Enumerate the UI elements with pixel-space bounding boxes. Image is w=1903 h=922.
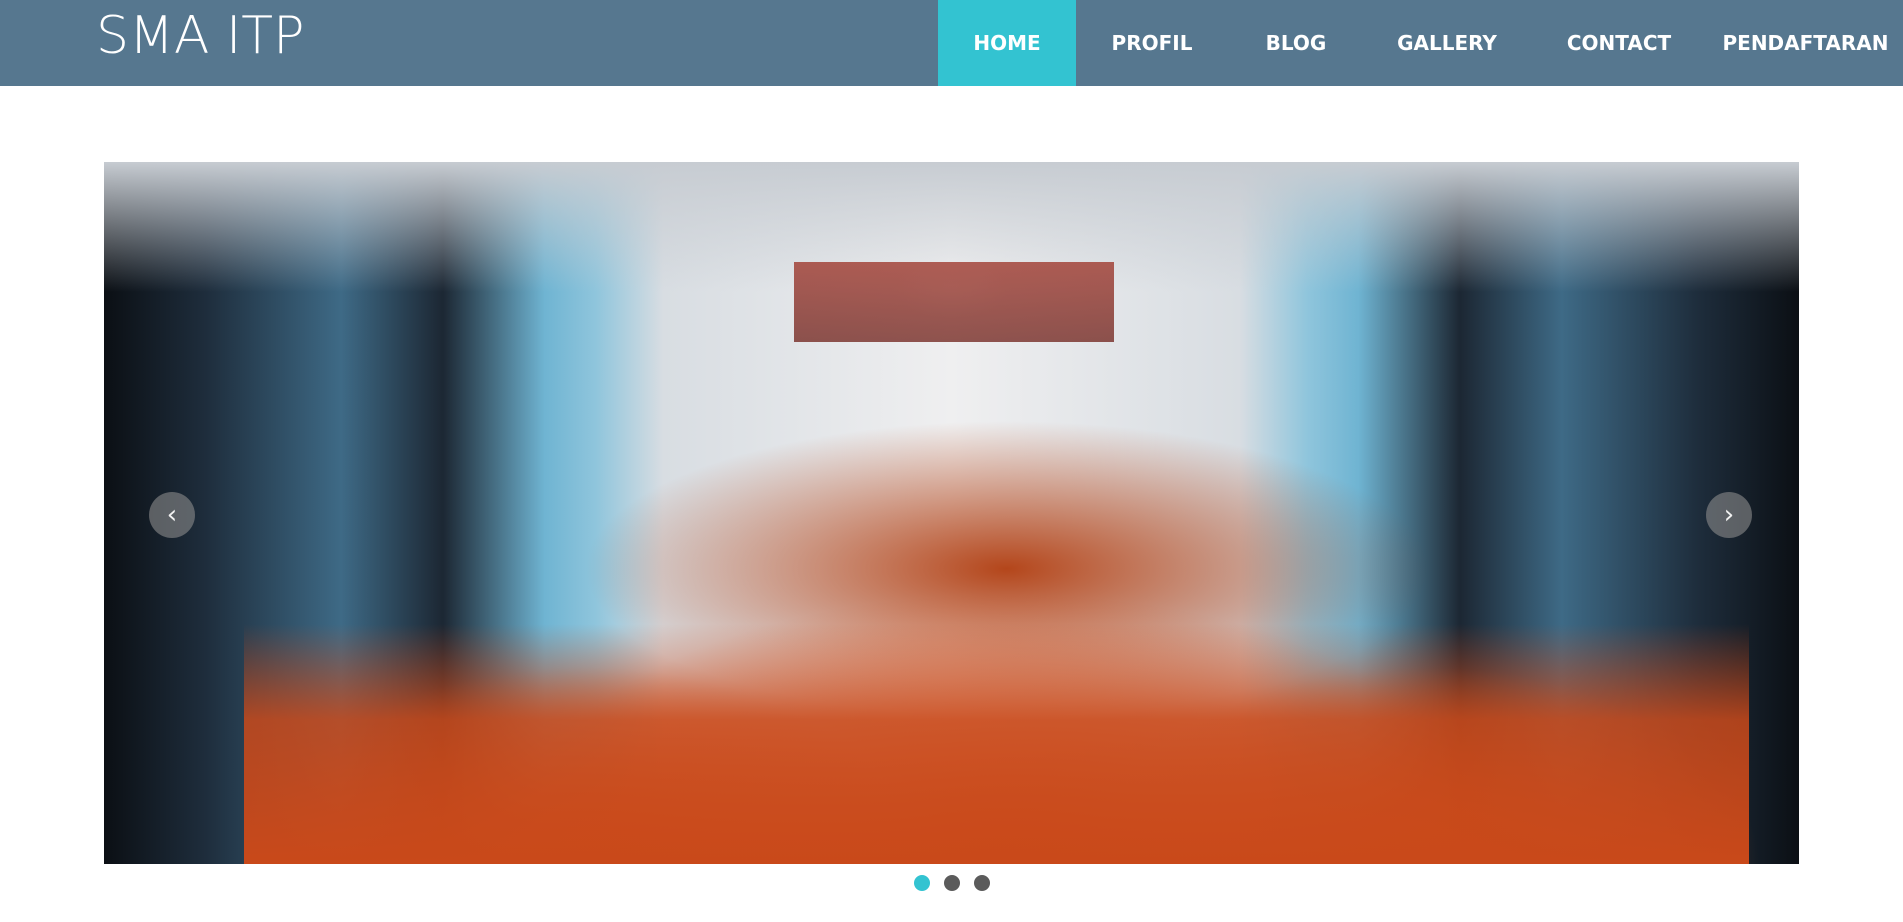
nav-item-pendaftaran[interactable]: PENDAFTARAN	[1708, 0, 1903, 86]
nav-item-label: PENDAFTARAN	[1722, 31, 1889, 55]
nav-item-label: BLOG	[1265, 31, 1327, 55]
carousel-dot-1[interactable]	[914, 875, 930, 891]
carousel-dot-3[interactable]	[974, 875, 990, 891]
nav-item-blog[interactable]: BLOG	[1228, 0, 1364, 86]
nav-item-label: PROFIL	[1111, 31, 1193, 55]
carousel-dot-2[interactable]	[944, 875, 960, 891]
nav-item-home[interactable]: HOME	[938, 0, 1076, 86]
carousel-indicators	[914, 875, 990, 891]
nav-item-contact[interactable]: CONTACT	[1530, 0, 1708, 86]
chevron-right-icon: ›	[1723, 500, 1735, 530]
site-brand[interactable]: SMA ITP	[96, 4, 304, 68]
slide-group-photo	[104, 162, 1799, 864]
carousel-next-button[interactable]: ›	[1706, 492, 1752, 538]
top-navbar: SMA ITP HOME PROFIL BLOG GALLERY CONTACT…	[0, 0, 1903, 86]
nav-item-profil[interactable]: PROFIL	[1076, 0, 1228, 86]
nav-item-gallery[interactable]: GALLERY	[1364, 0, 1530, 86]
nav-item-label: CONTACT	[1566, 31, 1672, 55]
chevron-left-icon: ‹	[166, 500, 178, 530]
photo-crowd-front-row	[244, 624, 1749, 864]
carousel-prev-button[interactable]: ‹	[149, 492, 195, 538]
hero-carousel	[104, 162, 1799, 864]
nav-item-label: HOME	[973, 31, 1041, 55]
main-nav: HOME PROFIL BLOG GALLERY CONTACT PENDAFT…	[938, 0, 1903, 86]
nav-item-label: GALLERY	[1397, 31, 1497, 55]
photo-staircase	[794, 262, 1114, 342]
